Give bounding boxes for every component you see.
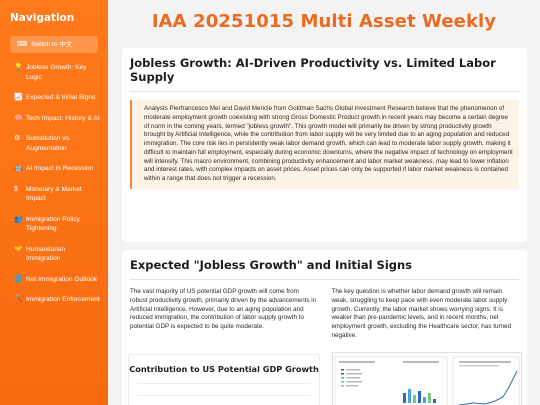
section-title: Expected "Jobless Growth" and Initial Si…: [130, 258, 413, 272]
main-content: IAA 20251015 Multi Asset Weekly Jobless …: [108, 0, 540, 405]
nav-item-label: Tech Impact: History & AI: [26, 114, 100, 122]
nav-item-3[interactable]: 🧠 Tech Impact: History & AI: [0, 114, 108, 124]
nav-title: Navigation: [10, 12, 75, 24]
nav-item-4[interactable]: ⚙ Substitution vs. Augmentation: [0, 134, 108, 153]
paragraph-right: The key question is whether labor demand…: [331, 288, 512, 339]
lightbulb-icon: 💡: [14, 64, 23, 71]
chart-title: Contribution to US Potential GDP Growth: [129, 364, 319, 374]
nav-item-label: Expected & Initial Signs: [26, 94, 96, 101]
robot-icon: 🤖: [14, 165, 23, 172]
nav-item-label: Substitution vs. Augmentation: [26, 135, 71, 152]
immigration-icon: 👥: [14, 215, 23, 223]
cogs-icon: ⚙: [14, 135, 21, 142]
brain-icon: 🧠: [14, 114, 23, 122]
page-title: IAA 20251015 Multi Asset Weekly: [151, 11, 497, 32]
employment-charts-graphic: [334, 356, 520, 405]
nav-item-7[interactable]: 👥 Immigration Policy Tightening: [0, 215, 108, 234]
nav-item-9[interactable]: 🌐 Net Immigration Outlook: [0, 275, 108, 285]
gridline: [137, 395, 311, 396]
section-title: Jobless Growth: AI-Driven Productivity v…: [130, 56, 496, 84]
section-card-jobless-growth: Jobless Growth: AI-Driven Productivity v…: [122, 48, 527, 242]
handshake-icon: 🤝: [14, 245, 23, 253]
nav-item-5[interactable]: 🤖 AI Impact in Recession: [0, 164, 108, 174]
dollar-icon: $: [14, 185, 18, 193]
globe-icon: 🌐: [14, 275, 23, 283]
nav-item-label: Net Immigration Outlook: [26, 275, 98, 283]
employment-charts-image: [332, 352, 522, 405]
gridline: [137, 383, 311, 384]
nav-item-2[interactable]: 📈 Expected & Initial Signs: [0, 93, 108, 103]
nav-item-10[interactable]: 🔨 Immigration Enforcement: [0, 295, 108, 305]
language-icon: ⌨: [17, 41, 28, 48]
nav-item-label: Immigration Policy Tightening: [26, 215, 80, 233]
nav-item-8[interactable]: 🤝 Humanitarian Immigration: [0, 245, 108, 264]
nav-item-label: Humanitarian Immigration: [26, 245, 66, 263]
chart-icon: 📈: [14, 94, 23, 101]
enforcement-icon: 🔨: [14, 296, 23, 303]
paragraph-left: The vast majority of US potential GDP gr…: [130, 288, 317, 330]
language-switch-label: Switch to 中文: [31, 41, 73, 48]
gdp-contribution-chart: Contribution to US Potential GDP Growth: [128, 354, 320, 405]
nav-item-label: Immigration Enforcement: [26, 296, 100, 303]
nav-item-6[interactable]: $ Monetary & Market Impact: [0, 185, 108, 204]
nav-item-label: AI Impact in Recession: [26, 165, 94, 172]
divider: [130, 279, 519, 280]
divider: [130, 91, 519, 92]
language-switch-button[interactable]: ⌨ Switch to 中文: [10, 36, 98, 53]
nav-item-label: Monetary & Market Impact: [26, 185, 82, 203]
nav-item-1[interactable]: 💡 Jobless Growth: Key Logic: [0, 63, 108, 82]
nav-item-label: Jobless Growth: Key Logic: [26, 64, 87, 81]
summary-quote: Analysts Pierfrancesco Mei and David Mer…: [130, 100, 519, 189]
sidebar: Navigation ⌨ Switch to 中文 💡 Jobless Growth…: [0, 0, 108, 405]
nav-list: 💡 Jobless Growth: Key Logic 📈 Expected & In…: [0, 63, 108, 305]
